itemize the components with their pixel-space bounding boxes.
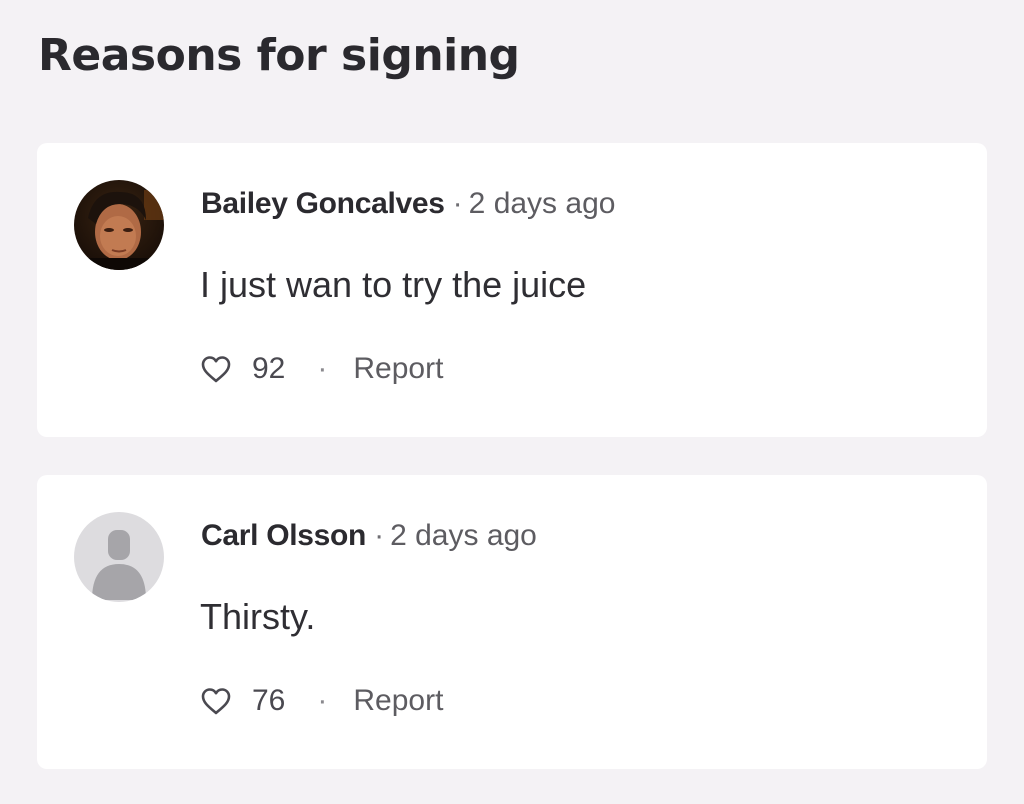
heart-outline-icon[interactable] [200, 686, 232, 716]
action-separator: · [317, 352, 328, 385]
avatar-photo[interactable] [74, 180, 164, 270]
comment-card: Bailey Goncalves · 2 days ago I just wan t… [37, 143, 987, 437]
comment-text: I just wan to try the juice [200, 264, 587, 305]
meta-separator: · [452, 187, 463, 220]
author-name[interactable]: Carl Olsson [201, 519, 366, 552]
report-button[interactable]: Report [353, 352, 443, 386]
comment-meta: Carl Olsson · 2 days ago [201, 518, 537, 554]
action-separator: · [317, 684, 328, 717]
comment-meta: Bailey Goncalves · 2 days ago [201, 186, 615, 222]
section-title: Reasons for signing [38, 30, 520, 81]
like-count: 92 [252, 352, 286, 385]
comment-text: Thirsty. [200, 596, 316, 637]
like-button[interactable]: 76 [200, 684, 285, 718]
meta-separator: · [374, 519, 385, 552]
timestamp: 2 days ago [468, 187, 616, 220]
timestamp: 2 days ago [390, 519, 537, 552]
comment-card: Carl Olsson · 2 days ago Thirsty. 76 · Rep… [37, 475, 987, 769]
comment-actions: 92 · Report [200, 349, 443, 389]
heart-outline-icon[interactable] [200, 354, 232, 384]
author-name[interactable]: Bailey Goncalves [201, 187, 445, 220]
like-button[interactable]: 92 [200, 352, 285, 386]
default-person-icon[interactable] [74, 512, 164, 602]
like-count: 76 [252, 684, 286, 717]
comment-actions: 76 · Report [200, 681, 443, 721]
report-button[interactable]: Report [353, 684, 443, 718]
